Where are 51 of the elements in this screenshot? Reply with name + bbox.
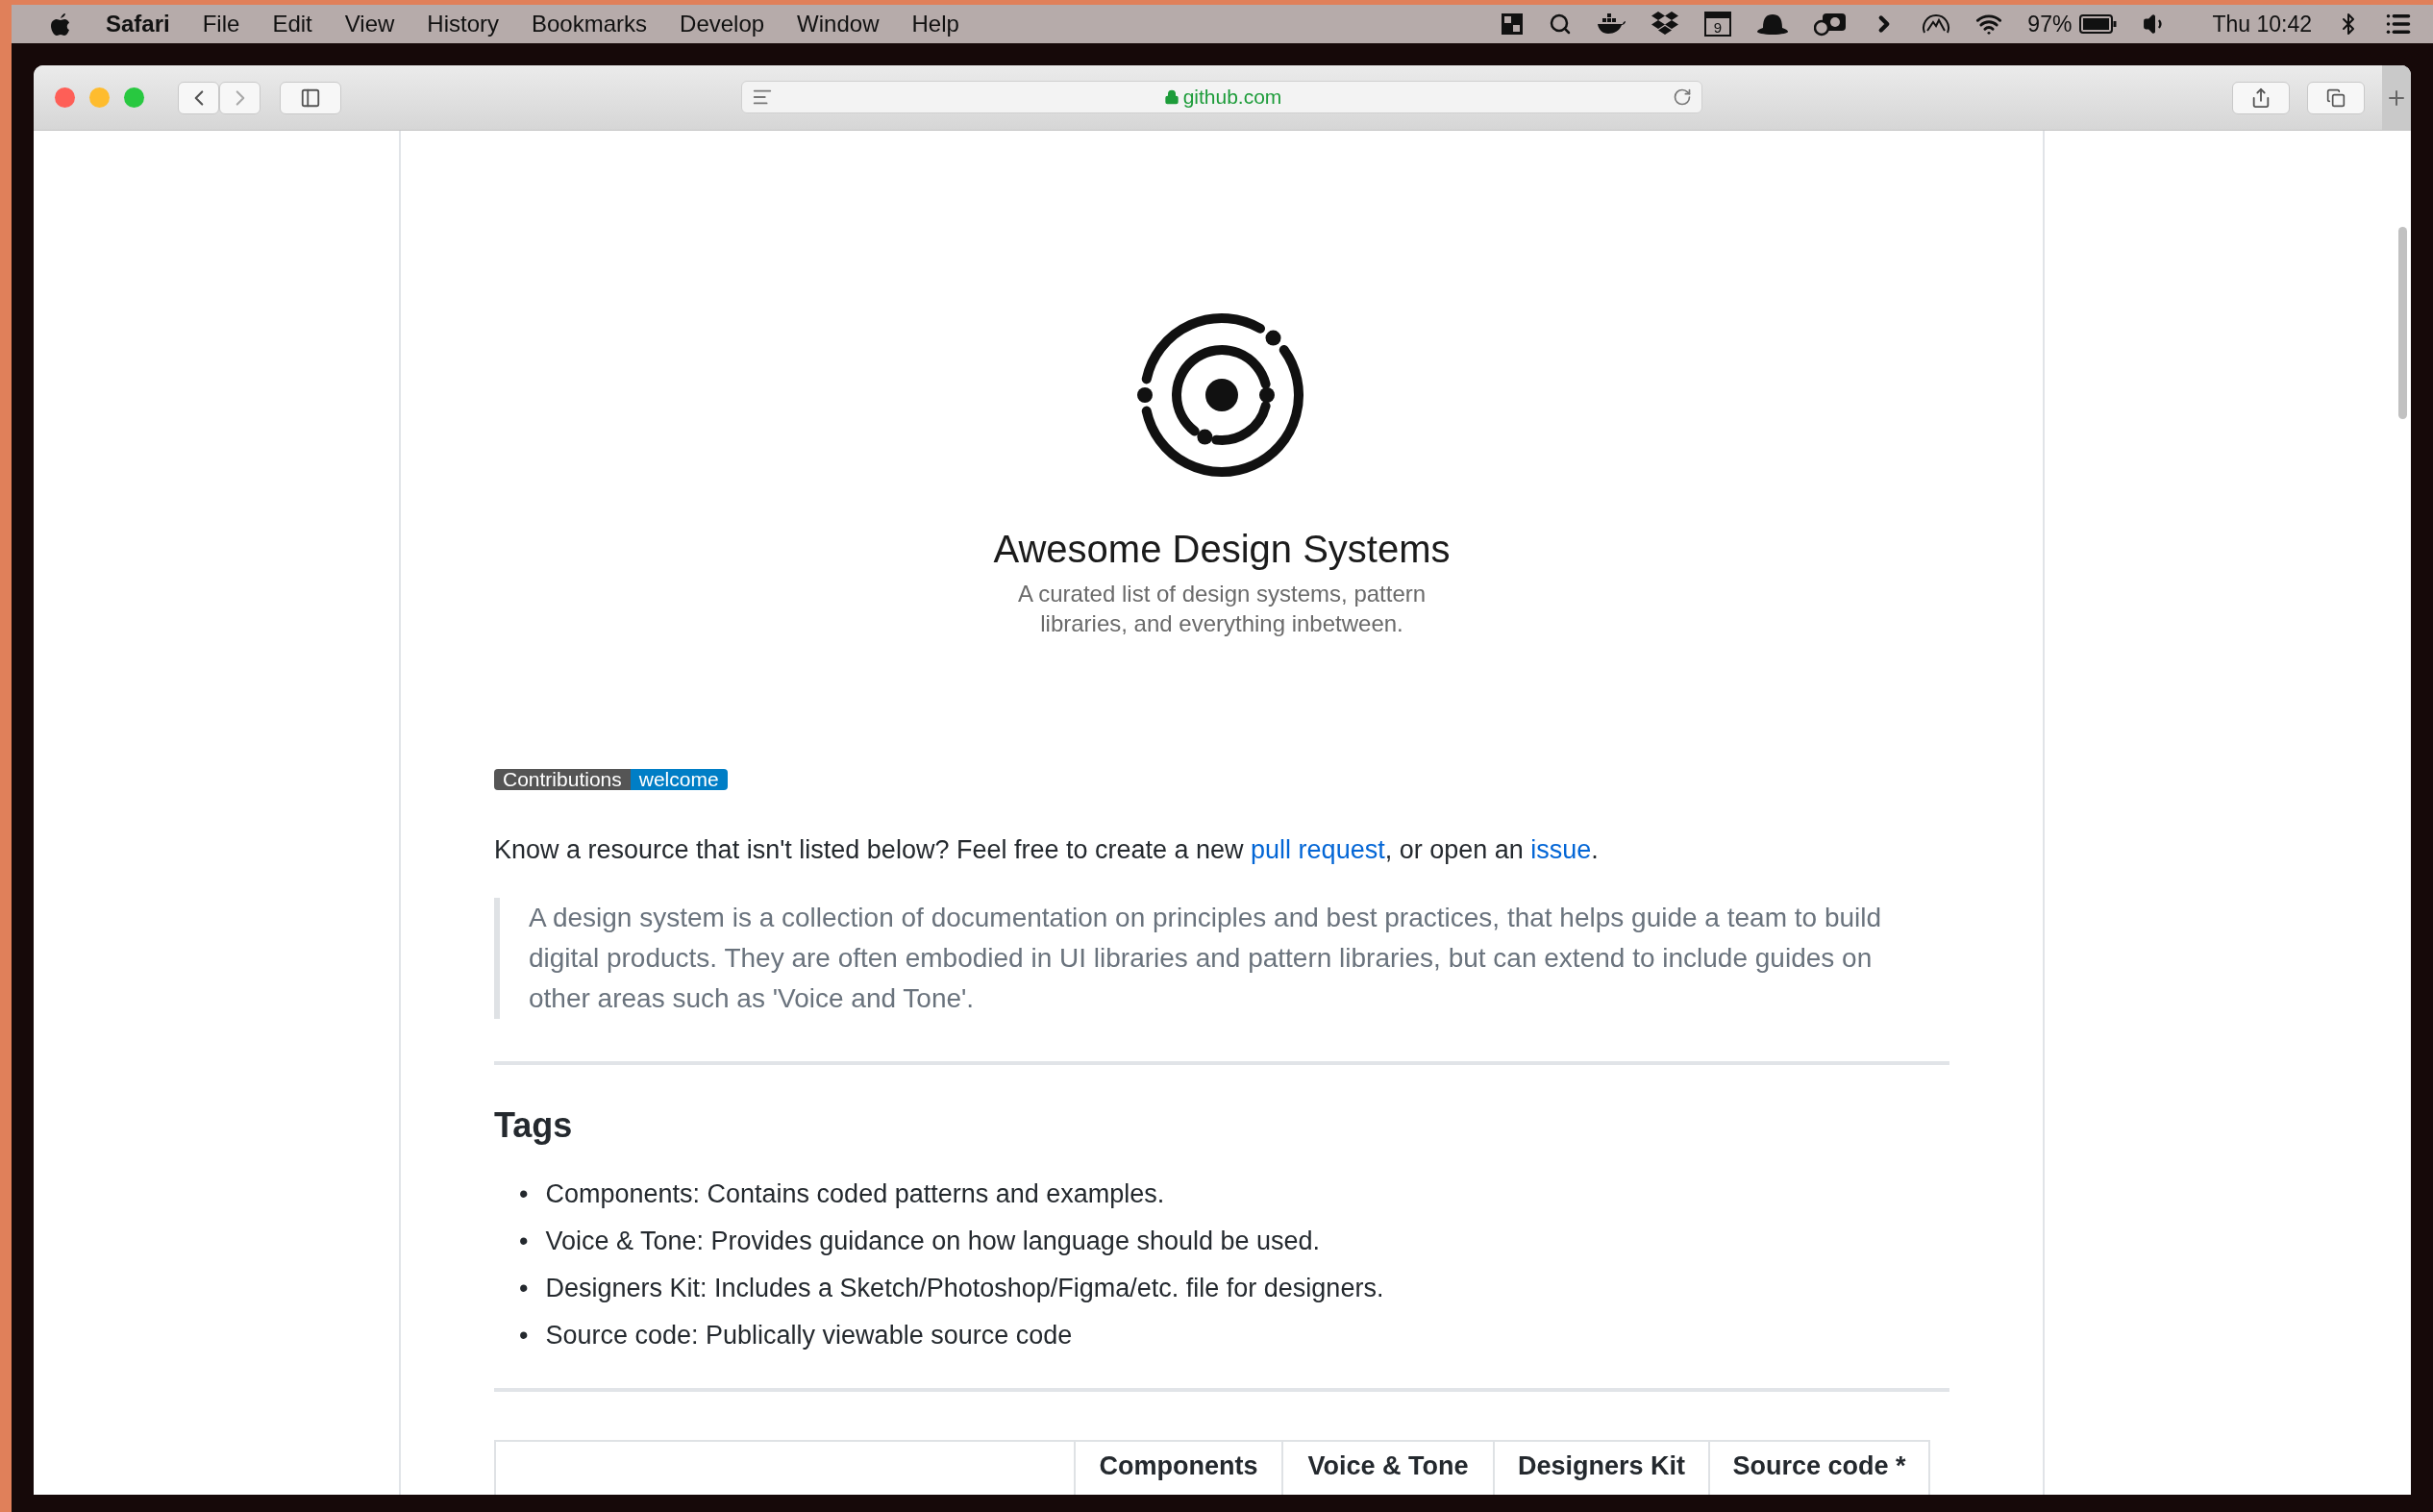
diamond-boxes-icon [1651,12,1680,37]
column-header: Designers Kit [1495,1442,1710,1495]
column-header: Voice & Tone [1283,1442,1495,1495]
menu-item[interactable]: Bookmarks [532,11,648,37]
sidebar-button[interactable] [280,81,341,114]
share-button[interactable] [2232,81,2290,114]
back-button[interactable] [178,81,219,114]
menu-item[interactable]: Edit [272,11,312,37]
list-bullet: • [519,1320,529,1351]
new-tab-button[interactable] [2382,65,2411,130]
menu-item[interactable]: History [427,11,499,37]
calendar-icon: 9 [1704,12,1732,37]
whale-icon [1597,13,1626,35]
window-grid-icon [1501,12,1525,36]
reload-icon [1673,87,1692,107]
battery-percent: 97% [2027,11,2073,37]
menu-item[interactable]: File [202,11,240,37]
text-link[interactable]: pull request [1251,835,1385,864]
close-button[interactable] [55,87,75,108]
hat-icon [1756,13,1790,35]
search-icon [1549,12,1573,36]
apple-icon [50,12,71,37]
page-subtitle: A curated list of design systems, pattern libraries, and everything inbetween. [1016,580,1428,638]
list-bullet: • [519,1273,529,1304]
text-link[interactable]: issue [1530,835,1592,864]
column-header: Components [1076,1442,1283,1495]
url-text: github.com [1182,86,1282,109]
tag-item: Components: Contains coded patterns and examples. [545,1178,1165,1210]
column-header: Source code * [1710,1442,1930,1495]
menu-item[interactable]: Help [911,11,959,37]
scrollbar[interactable] [2398,227,2407,419]
tag-item: Voice & Tone: Provides guidance on how language should be used. [545,1226,1321,1257]
clock: Thu 10:42 [2212,11,2312,37]
sidebar-icon [300,87,321,109]
quote-text: A design system is a collection of documentation on principles and best practices, that helps guide a team to build digital products. They are often embodied in UI libraries and pattern libraries, but can extend to include guides on other areas such as 'Voice and Tone'. [494,898,1949,1019]
menu-item[interactable]: View [344,11,395,37]
toggle-icon [1814,12,1848,37]
page-title: Awesome Design Systems [993,528,1451,571]
tabs-icon [2326,87,2346,108]
intro-paragraph: Know a resource that isn't listed below? Feel free to create a new pull request, or open an issue. [494,834,1600,866]
battery-icon [2079,13,2119,35]
tabs-button[interactable] [2307,81,2365,114]
tag-item: Source code: Publically viewable source code [545,1320,1073,1351]
app-menu[interactable]: Safari [106,11,170,37]
list-bullet: • [519,1178,529,1210]
section-heading: Tags [494,1105,574,1146]
menu-item[interactable]: Window [797,11,880,37]
tag-item: Designers Kit: Includes a Sketch/Photoshop/Figma/etc. file for designers. [545,1273,1384,1304]
menu-item[interactable]: Develop [680,11,765,37]
share-icon [2250,87,2272,109]
list-bullet: • [519,1226,529,1257]
